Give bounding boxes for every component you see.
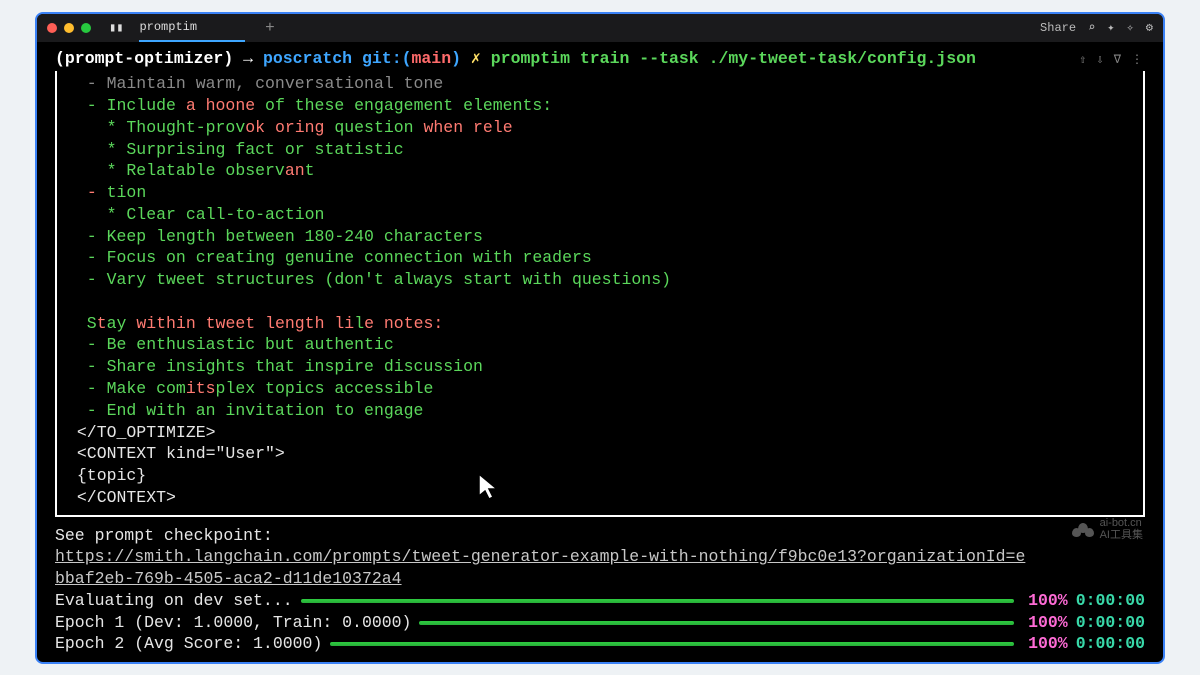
watermark: ai-bot.cn AI工具集 bbox=[1072, 518, 1143, 541]
output-text: - Maintain warm, conversational tone - I… bbox=[67, 73, 1133, 508]
progress-label-e2: Epoch 2 (Avg Score: 1.0000) bbox=[55, 633, 322, 655]
progress-bar bbox=[330, 642, 1013, 646]
titlebar: ▮▮ promptim + Share ⌕ ✦ ✧ ⚙ bbox=[37, 14, 1163, 42]
sparkle-icon[interactable]: ✦ bbox=[1107, 20, 1114, 35]
tab-promptim[interactable]: promptim bbox=[139, 14, 245, 42]
minimize-window-button[interactable] bbox=[64, 23, 74, 33]
checkpoint-link[interactable]: https://smith.langchain.com/prompts/twee… bbox=[55, 547, 1025, 566]
progress-bar bbox=[301, 599, 1014, 603]
progress-pct: 100% bbox=[1022, 633, 1068, 655]
bulb-icon[interactable]: ✧ bbox=[1127, 20, 1134, 35]
progress-bar bbox=[419, 621, 1013, 625]
progress-time: 0:00:00 bbox=[1076, 590, 1145, 612]
cwd: poscratch bbox=[263, 49, 352, 68]
share-button[interactable]: Share bbox=[1040, 21, 1076, 35]
git-label: git:( bbox=[362, 49, 412, 68]
progress-time: 0:00:00 bbox=[1076, 612, 1145, 634]
venv-name: (prompt-optimizer) bbox=[55, 49, 233, 68]
watermark-icon bbox=[1072, 523, 1094, 537]
titlebar-actions: Share ⌕ ✦ ✧ ⚙ bbox=[1040, 20, 1153, 35]
zoom-window-button[interactable] bbox=[81, 23, 91, 33]
new-tab-button[interactable]: + bbox=[265, 19, 275, 37]
tab-label: promptim bbox=[139, 20, 197, 34]
terminal-body[interactable]: (prompt-optimizer) → poscratch git:(main… bbox=[37, 42, 1163, 662]
git-branch: main bbox=[412, 49, 452, 68]
progress-epoch2: Epoch 2 (Avg Score: 1.0000) 100% 0:00:00 bbox=[55, 633, 1145, 655]
watermark-text: AI工具集 bbox=[1100, 530, 1143, 542]
progress-time: 0:00:00 bbox=[1076, 633, 1145, 655]
terminal-window: ▮▮ promptim + Share ⌕ ✦ ✧ ⚙ ⇧ ⇩ ∇ ⋮ (pro… bbox=[35, 12, 1165, 664]
progress-pct: 100% bbox=[1022, 612, 1068, 634]
git-close: ) bbox=[451, 49, 461, 68]
command-line: (prompt-optimizer) → poscratch git:(main… bbox=[55, 48, 1145, 70]
progress-label-e1: Epoch 1 (Dev: 1.0000, Train: 0.0000) bbox=[55, 612, 411, 634]
gear-icon[interactable]: ⚙ bbox=[1146, 20, 1153, 35]
output-box: - Maintain warm, conversational tone - I… bbox=[55, 71, 1145, 516]
progress-pct: 100% bbox=[1022, 590, 1068, 612]
progress-eval: Evaluating on dev set... 100% 0:00:00 bbox=[55, 590, 1145, 612]
window-controls bbox=[47, 23, 91, 33]
app-icon: ▮▮ bbox=[109, 20, 123, 35]
search-icon[interactable]: ⌕ bbox=[1088, 20, 1095, 35]
git-dirty-mark: ✗ bbox=[471, 49, 481, 68]
command-text: promptim train --task ./my-tweet-task/co… bbox=[491, 49, 976, 68]
progress-label-eval: Evaluating on dev set... bbox=[55, 590, 293, 612]
checkpoint-label: See prompt checkpoint: bbox=[55, 525, 1145, 547]
checkpoint-link-2[interactable]: bbaf2eb-769b-4505-aca2-d11de10372a4 bbox=[55, 569, 402, 588]
prompt-arrow: → bbox=[243, 49, 253, 68]
progress-epoch1: Epoch 1 (Dev: 1.0000, Train: 0.0000) 100… bbox=[55, 612, 1145, 634]
close-window-button[interactable] bbox=[47, 23, 57, 33]
